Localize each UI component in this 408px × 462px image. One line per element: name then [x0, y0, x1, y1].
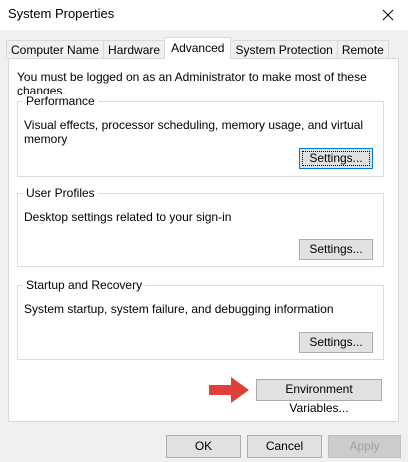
startup-recovery-description: System startup, system failure, and debu… — [24, 302, 334, 316]
performance-group-title: Performance — [23, 94, 98, 108]
tab-computer-name[interactable]: Computer Name — [6, 40, 105, 59]
tab-strip: Computer Name Hardware Advanced System P… — [6, 37, 389, 59]
environment-variables-button[interactable]: Environment Variables... — [256, 379, 382, 415]
tab-hardware[interactable]: Hardware — [103, 40, 166, 59]
startup-recovery-settings-button[interactable]: Settings... — [299, 332, 373, 353]
startup-recovery-group: Startup and Recovery System startup, sys… — [17, 278, 384, 360]
tab-advanced[interactable]: Advanced — [164, 37, 232, 59]
system-properties-window: System Properties Computer Name Hardware… — [0, 0, 408, 462]
performance-group: Performance Visual effects, processor sc… — [17, 94, 384, 177]
tab-system-protection[interactable]: System Protection — [230, 40, 338, 59]
performance-description: Visual effects, processor scheduling, me… — [24, 118, 364, 146]
window-title: System Properties — [8, 6, 115, 21]
apply-button: Apply — [328, 435, 401, 458]
user-profiles-description: Desktop settings related to your sign-in — [24, 210, 232, 224]
performance-settings-button[interactable]: Settings... — [299, 148, 373, 169]
user-profiles-group: User Profiles Desktop settings related t… — [17, 186, 384, 267]
red-arrow-icon — [209, 377, 249, 403]
tab-remote[interactable]: Remote — [336, 40, 389, 59]
title-bar: System Properties — [0, 0, 408, 30]
cancel-button[interactable]: Cancel — [247, 435, 322, 458]
close-button[interactable] — [368, 0, 408, 30]
user-profiles-settings-button[interactable]: Settings... — [299, 239, 373, 260]
ok-button[interactable]: OK — [166, 435, 241, 458]
close-icon — [382, 9, 394, 21]
user-profiles-group-title: User Profiles — [23, 186, 98, 200]
startup-recovery-group-title: Startup and Recovery — [23, 278, 146, 292]
